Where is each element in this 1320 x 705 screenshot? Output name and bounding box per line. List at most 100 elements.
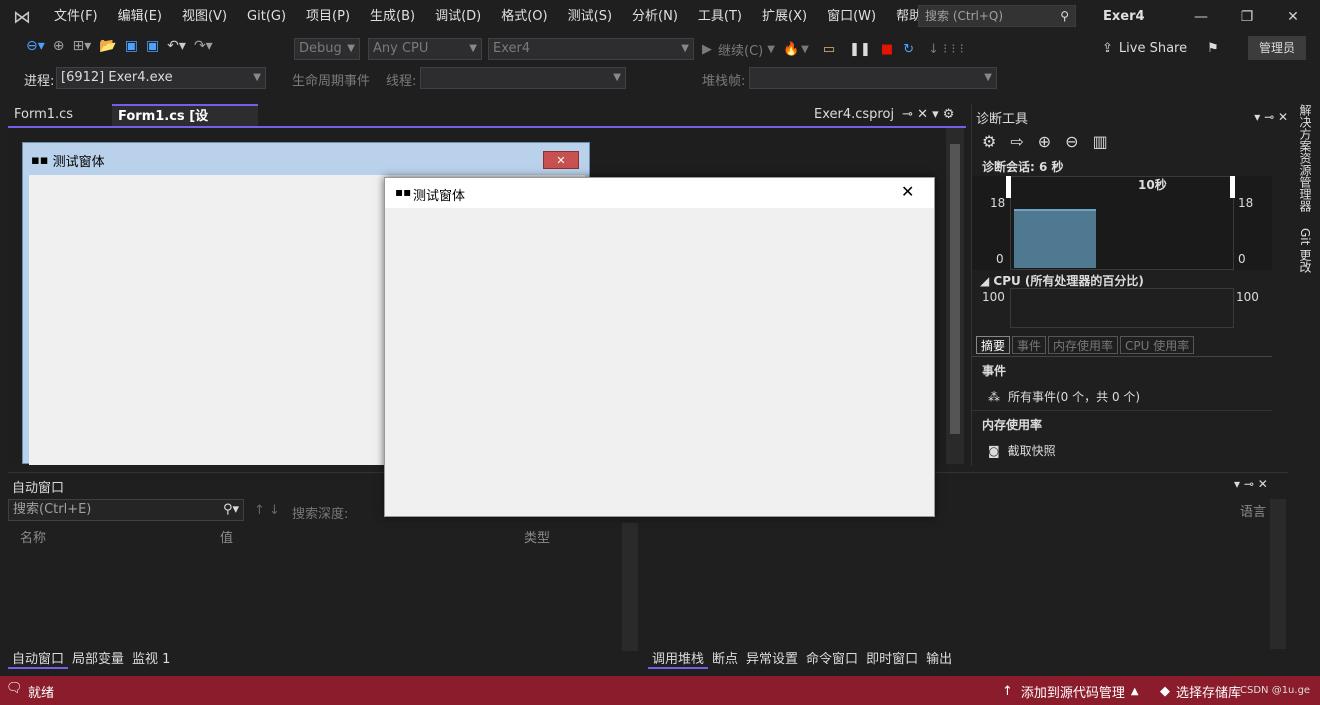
- browser-link-icon[interactable]: ▭: [823, 42, 835, 57]
- menu-item[interactable]: 编辑(E): [108, 0, 172, 34]
- cpu-title: ◢ CPU (所有处理器的百分比): [980, 274, 1144, 288]
- designer-scrollbar[interactable]: [946, 128, 964, 464]
- mem-min-left: 0: [996, 252, 1004, 266]
- side-tab-solution-explorer[interactable]: 解决方案资源管理器: [1294, 104, 1314, 212]
- autos-scrollbar[interactable]: [622, 523, 638, 651]
- designer-close-icon: ✕: [543, 151, 579, 169]
- autos-bottom-tab[interactable]: 自动窗口: [8, 651, 69, 669]
- select-repo-button[interactable]: ◆ 选择存储库: [1160, 682, 1241, 701]
- add-source-control-button[interactable]: ↑ 添加到源代码管理 ▲: [1002, 682, 1139, 701]
- take-snapshot-button[interactable]: ◙ 截取快照: [988, 442, 1056, 459]
- runtime-form-titlebar[interactable]: ▪▪ 测试窗体 ✕: [385, 178, 934, 208]
- forward-icon[interactable]: ⊕: [49, 38, 69, 54]
- menu-item[interactable]: 测试(S): [558, 0, 622, 34]
- autos-bottom-tab[interactable]: 局部变量: [68, 651, 128, 669]
- step-icons[interactable]: ↓ ⁝ ⁝ ⁝: [928, 42, 964, 57]
- menu-item[interactable]: 生成(B): [360, 0, 425, 34]
- menu-item[interactable]: 调试(D): [425, 0, 491, 34]
- diag-panel-controls[interactable]: ▾ ⊸ ✕: [1254, 110, 1288, 124]
- maximize-button[interactable]: ❐: [1224, 0, 1270, 34]
- timeline-handle-left[interactable]: [1006, 176, 1011, 198]
- hot-reload-icon[interactable]: 🔥: [783, 42, 799, 57]
- vs-logo-icon[interactable]: ⋈: [0, 7, 44, 28]
- export-icon[interactable]: ⇨: [1010, 132, 1023, 151]
- status-bar: 🗨 就绪 ↑ 添加到源代码管理 ▲ ◆ 选择存储库 CSDN @1u.ge: [0, 676, 1320, 705]
- continue-button[interactable]: 继续(C): [718, 40, 763, 59]
- feedback-icon[interactable]: ⚑: [1207, 41, 1219, 56]
- search-nav-icons[interactable]: ↑ ↓: [254, 503, 280, 518]
- new-project-icon[interactable]: ⊞▾: [69, 38, 96, 54]
- callstack-bottom-tab[interactable]: 异常设置: [742, 651, 802, 669]
- close-window-button[interactable]: ✕: [1270, 0, 1316, 34]
- menu-item[interactable]: 扩展(X): [752, 0, 817, 34]
- diag-tab[interactable]: 内存使用率: [1048, 336, 1119, 354]
- menu-item[interactable]: 格式(O): [491, 0, 557, 34]
- live-share-button[interactable]: Live Share: [1119, 41, 1187, 56]
- mem-min-right: 0: [1238, 252, 1246, 266]
- standard-toolbar: ⊖▾ ⊕ ⊞▾ 📂 ▣ ▣ ↶▾ ↷▾ Debug ▼ Any CPU ▼ Exer…: [0, 34, 1320, 64]
- save-icon[interactable]: ▣: [121, 38, 142, 54]
- diag-tabs: 摘要 事件 内存使用率 CPU 使用率: [976, 336, 1195, 354]
- process-label: 进程:: [24, 74, 55, 89]
- callstack-bottom-tab[interactable]: 命令窗口: [802, 651, 862, 669]
- search-input[interactable]: 搜索 (Ctrl+Q) ⚲: [918, 5, 1076, 27]
- thread-dropdown[interactable]: ▼: [420, 67, 626, 89]
- all-events-item[interactable]: ⁂ 所有事件(0 个，共 0 个): [988, 388, 1140, 405]
- menu-item[interactable]: 工具(T): [688, 0, 752, 34]
- menu-item[interactable]: 文件(F): [44, 0, 108, 34]
- admin-badge[interactable]: 管理员: [1248, 36, 1306, 60]
- autos-search-input[interactable]: 搜索(Ctrl+E) ⚲▾: [8, 499, 244, 521]
- redo-icon[interactable]: ↷▾: [190, 38, 217, 54]
- autos-bottom-tab[interactable]: 监视 1: [128, 651, 174, 669]
- timeline-handle-right[interactable]: [1230, 176, 1235, 198]
- form-icon: ▪▪: [31, 153, 49, 168]
- lifecycle-events-label[interactable]: 生命周期事件: [292, 70, 370, 89]
- callstack-bottom-tab[interactable]: 断点: [708, 651, 742, 669]
- process-dropdown[interactable]: [6912] Exer4.exe ▼: [56, 67, 266, 89]
- runtime-form-window[interactable]: ▪▪ 测试窗体 ✕: [384, 177, 935, 517]
- diag-title: 诊断工具: [976, 111, 1029, 127]
- back-icon[interactable]: ⊖▾: [22, 38, 49, 54]
- menu-item[interactable]: Git(G): [237, 0, 296, 34]
- diag-tab[interactable]: 摘要: [976, 336, 1011, 354]
- save-all-icon[interactable]: ▣: [142, 38, 163, 54]
- callstack-bottom-tab[interactable]: 即时窗口: [862, 651, 922, 669]
- break-all-icon[interactable]: ❚❚: [849, 42, 871, 57]
- continue-icon[interactable]: ▶: [702, 42, 712, 57]
- diag-session: 诊断会话: 6 秒: [982, 160, 1064, 174]
- runtime-form-title: 测试窗体: [413, 189, 466, 204]
- diag-tab[interactable]: 事件: [1012, 336, 1047, 354]
- side-tab-git-changes[interactable]: Git 更改: [1294, 228, 1314, 273]
- minimize-button[interactable]: —: [1178, 0, 1224, 34]
- reset-view-icon[interactable]: ▥: [1093, 132, 1108, 151]
- stop-icon[interactable]: ■: [881, 42, 893, 57]
- tab-form-design[interactable]: Form1.cs [设计]⊸✕: [112, 104, 258, 146]
- callstack-bottom-tab[interactable]: 调用堆栈: [648, 651, 709, 669]
- settings-icon[interactable]: ⚙: [982, 132, 996, 151]
- project-dropdown[interactable]: Exer4 ▼: [488, 38, 694, 60]
- col-type: 类型: [524, 531, 551, 546]
- undo-icon[interactable]: ↶▾: [163, 38, 190, 54]
- runtime-close-icon[interactable]: ✕: [901, 182, 914, 201]
- restart-icon[interactable]: ↻: [903, 42, 914, 57]
- open-icon[interactable]: 📂: [95, 38, 120, 54]
- tab-form-cs[interactable]: Form1.cs: [8, 104, 79, 126]
- stack-frame-dropdown[interactable]: ▼: [749, 67, 997, 89]
- menu-item[interactable]: 视图(V): [172, 0, 237, 34]
- zoom-out-icon[interactable]: ⊖: [1065, 132, 1078, 151]
- platform-dropdown[interactable]: Any CPU ▼: [368, 38, 482, 60]
- runtime-form-icon: ▪▪: [395, 185, 412, 199]
- autos-bottom-tabs: 自动窗口 局部变量 监视 1: [8, 651, 174, 669]
- zoom-in-icon[interactable]: ⊕: [1038, 132, 1051, 151]
- callstack-controls[interactable]: ▾ ⊸ ✕: [1234, 477, 1268, 491]
- diag-tab[interactable]: CPU 使用率: [1120, 336, 1195, 354]
- menu-item[interactable]: 项目(P): [296, 0, 360, 34]
- callstack-scrollbar[interactable]: [1270, 499, 1286, 649]
- search-depth-label: 搜索深度:: [292, 507, 349, 522]
- cpu-max-right: 100: [1236, 290, 1259, 304]
- config-dropdown[interactable]: Debug ▼: [294, 38, 360, 60]
- tab-csproj[interactable]: Exer4.csproj ⊸ ✕ ▾ ⚙: [808, 104, 968, 126]
- menu-item[interactable]: 分析(N): [622, 0, 688, 34]
- menu-item[interactable]: 窗口(W): [817, 0, 886, 34]
- callstack-bottom-tab[interactable]: 输出: [922, 651, 956, 669]
